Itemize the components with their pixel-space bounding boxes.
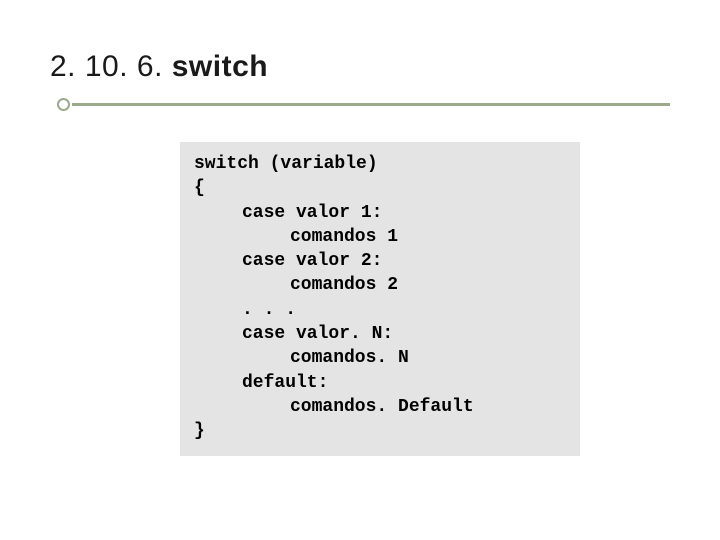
code-line: } bbox=[194, 419, 566, 443]
slide-heading: 2. 10. 6. switch bbox=[50, 50, 670, 84]
code-line: comandos. N bbox=[194, 346, 566, 370]
heading-rule bbox=[50, 98, 670, 112]
code-line: . . . bbox=[194, 298, 566, 322]
code-line: switch (variable) bbox=[194, 152, 566, 176]
code-line: case valor 2: bbox=[194, 249, 566, 273]
rule-dot bbox=[57, 98, 70, 111]
rule-line bbox=[72, 103, 670, 106]
code-line: case valor 1: bbox=[194, 201, 566, 225]
code-line: comandos. Default bbox=[194, 395, 566, 419]
code-line: case valor. N: bbox=[194, 322, 566, 346]
code-line: comandos 1 bbox=[194, 225, 566, 249]
code-line: comandos 2 bbox=[194, 273, 566, 297]
heading-number: 2. 10. 6. bbox=[50, 50, 172, 83]
code-line: { bbox=[194, 176, 566, 200]
code-block: switch (variable) { case valor 1: comand… bbox=[180, 142, 580, 456]
slide: 2. 10. 6. switch switch (variable) { cas… bbox=[0, 0, 720, 540]
heading-title: switch bbox=[172, 50, 268, 83]
code-line: default: bbox=[194, 371, 566, 395]
